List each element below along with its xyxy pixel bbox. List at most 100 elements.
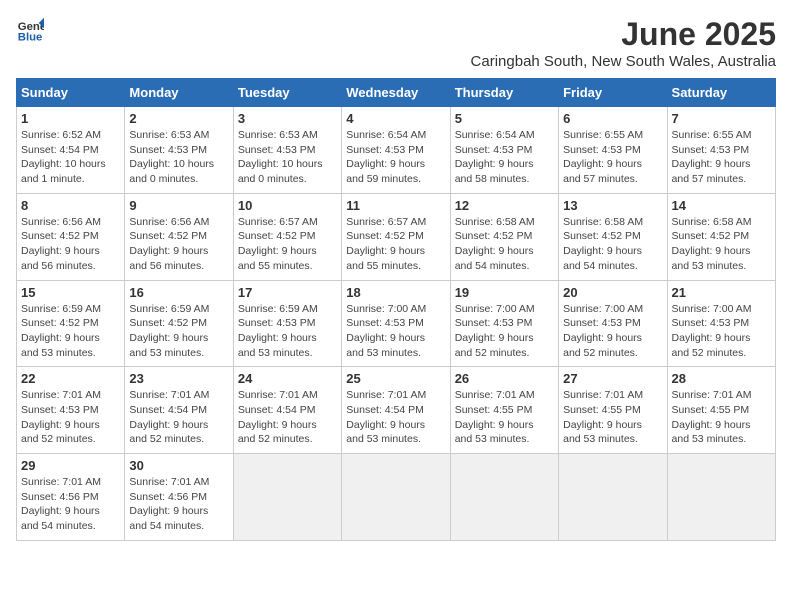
day-number: 6: [563, 111, 662, 126]
title-area: June 2025 Caringbah South, New South Wal…: [471, 16, 776, 70]
day-info: Sunrise: 6:57 AMSunset: 4:52 PMDaylight:…: [238, 215, 337, 274]
table-row: 9 Sunrise: 6:56 AMSunset: 4:52 PMDaylight…: [125, 193, 233, 280]
day-info: Sunrise: 7:00 AMSunset: 4:53 PMDaylight:…: [563, 302, 662, 361]
day-number: 11: [346, 198, 445, 213]
calendar-week-row: 1Sunrise: 6:52 AMSunset: 4:54 PMDaylight…: [17, 107, 776, 194]
table-row: 3 Sunrise: 6:53 AMSunset: 4:53 PMDaylight…: [233, 107, 341, 194]
day-info: Sunrise: 6:57 AMSunset: 4:52 PMDaylight:…: [346, 215, 445, 274]
day-number: 7: [672, 111, 771, 126]
day-number: 17: [238, 285, 337, 300]
day-number: 3: [238, 111, 337, 126]
table-row: 14 Sunrise: 6:58 AMSunset: 4:52 PMDayligh…: [667, 193, 775, 280]
day-info: Sunrise: 6:53 AMSunset: 4:53 PMDaylight:…: [238, 128, 337, 187]
day-info: Sunrise: 7:01 AMSunset: 4:56 PMDaylight:…: [21, 475, 120, 534]
month-title: June 2025: [471, 16, 776, 53]
table-row: 1Sunrise: 6:52 AMSunset: 4:54 PMDaylight…: [17, 107, 125, 194]
day-number: 21: [672, 285, 771, 300]
day-number: 4: [346, 111, 445, 126]
table-row: [450, 454, 558, 541]
table-row: 5Sunrise: 6:54 AMSunset: 4:53 PMDaylight…: [450, 107, 558, 194]
day-number: 8: [21, 198, 120, 213]
day-number: 24: [238, 371, 337, 386]
col-saturday: Saturday: [667, 79, 775, 107]
col-thursday: Thursday: [450, 79, 558, 107]
table-row: 15 Sunrise: 6:59 AMSunset: 4:52 PMDayligh…: [17, 280, 125, 367]
day-info: Sunrise: 6:55 AMSunset: 4:53 PMDaylight:…: [563, 128, 662, 187]
day-number: 26: [455, 371, 554, 386]
table-row: 27 Sunrise: 7:01 AMSunset: 4:55 PMDayligh…: [559, 367, 667, 454]
table-row: 16 Sunrise: 6:59 AMSunset: 4:52 PMDayligh…: [125, 280, 233, 367]
day-number: 22: [21, 371, 120, 386]
table-row: 22 Sunrise: 7:01 AMSunset: 4:53 PMDayligh…: [17, 367, 125, 454]
day-info: Sunrise: 7:01 AMSunset: 4:54 PMDaylight:…: [129, 388, 228, 447]
col-wednesday: Wednesday: [342, 79, 450, 107]
day-info: Sunrise: 6:58 AMSunset: 4:52 PMDaylight:…: [455, 215, 554, 274]
table-row: 12Sunrise: 6:58 AMSunset: 4:52 PMDayligh…: [450, 193, 558, 280]
table-row: 19 Sunrise: 7:00 AMSunset: 4:53 PMDayligh…: [450, 280, 558, 367]
table-row: 2Sunrise: 6:53 AMSunset: 4:53 PMDaylight…: [125, 107, 233, 194]
day-number: 15: [21, 285, 120, 300]
table-row: [667, 454, 775, 541]
table-row: 11 Sunrise: 6:57 AMSunset: 4:52 PMDayligh…: [342, 193, 450, 280]
day-number: 29: [21, 458, 120, 473]
day-number: 10: [238, 198, 337, 213]
day-info: Sunrise: 6:54 AMSunset: 4:53 PMDaylight:…: [346, 128, 445, 187]
day-number: 13: [563, 198, 662, 213]
day-info: Sunrise: 6:59 AMSunset: 4:53 PMDaylight:…: [238, 302, 337, 361]
day-info: Sunrise: 7:01 AMSunset: 4:54 PMDaylight:…: [238, 388, 337, 447]
day-number: 2: [129, 111, 228, 126]
day-info: Sunrise: 6:58 AMSunset: 4:52 PMDaylight:…: [563, 215, 662, 274]
day-info: Sunrise: 6:56 AMSunset: 4:52 PMDaylight:…: [21, 215, 120, 274]
table-row: 6 Sunrise: 6:55 AMSunset: 4:53 PMDaylight…: [559, 107, 667, 194]
table-row: 29 Sunrise: 7:01 AMSunset: 4:56 PMDayligh…: [17, 454, 125, 541]
col-monday: Monday: [125, 79, 233, 107]
svg-text:Blue: Blue: [18, 32, 43, 44]
calendar-week-row: 15 Sunrise: 6:59 AMSunset: 4:52 PMDayligh…: [17, 280, 776, 367]
day-number: 16: [129, 285, 228, 300]
day-info: Sunrise: 6:54 AMSunset: 4:53 PMDaylight:…: [455, 128, 554, 187]
day-info: Sunrise: 7:01 AMSunset: 4:55 PMDaylight:…: [563, 388, 662, 447]
table-row: 18 Sunrise: 7:00 AMSunset: 4:53 PMDayligh…: [342, 280, 450, 367]
table-row: 25 Sunrise: 7:01 AMSunset: 4:54 PMDayligh…: [342, 367, 450, 454]
day-info: Sunrise: 6:52 AMSunset: 4:54 PMDaylight:…: [21, 128, 120, 187]
table-row: 21Sunrise: 7:00 AMSunset: 4:53 PMDayligh…: [667, 280, 775, 367]
table-row: 17 Sunrise: 6:59 AMSunset: 4:53 PMDayligh…: [233, 280, 341, 367]
day-info: Sunrise: 6:59 AMSunset: 4:52 PMDaylight:…: [129, 302, 228, 361]
day-number: 27: [563, 371, 662, 386]
table-row: 20Sunrise: 7:00 AMSunset: 4:53 PMDayligh…: [559, 280, 667, 367]
day-info: Sunrise: 6:56 AMSunset: 4:52 PMDaylight:…: [129, 215, 228, 274]
day-info: Sunrise: 7:00 AMSunset: 4:53 PMDaylight:…: [346, 302, 445, 361]
col-friday: Friday: [559, 79, 667, 107]
table-row: 30 Sunrise: 7:01 AMSunset: 4:56 PMDayligh…: [125, 454, 233, 541]
day-info: Sunrise: 7:01 AMSunset: 4:54 PMDaylight:…: [346, 388, 445, 447]
day-info: Sunrise: 6:59 AMSunset: 4:52 PMDaylight:…: [21, 302, 120, 361]
day-number: 30: [129, 458, 228, 473]
calendar-week-row: 22 Sunrise: 7:01 AMSunset: 4:53 PMDayligh…: [17, 367, 776, 454]
day-number: 25: [346, 371, 445, 386]
col-sunday: Sunday: [17, 79, 125, 107]
table-row: 4 Sunrise: 6:54 AMSunset: 4:53 PMDaylight…: [342, 107, 450, 194]
logo-icon: General Blue: [16, 16, 44, 44]
day-number: 9: [129, 198, 228, 213]
day-info: Sunrise: 7:01 AMSunset: 4:55 PMDaylight:…: [455, 388, 554, 447]
day-info: Sunrise: 6:58 AMSunset: 4:52 PMDaylight:…: [672, 215, 771, 274]
col-tuesday: Tuesday: [233, 79, 341, 107]
table-row: [342, 454, 450, 541]
table-row: 26 Sunrise: 7:01 AMSunset: 4:55 PMDayligh…: [450, 367, 558, 454]
table-row: 8 Sunrise: 6:56 AMSunset: 4:52 PMDaylight…: [17, 193, 125, 280]
day-number: 19: [455, 285, 554, 300]
day-number: 28: [672, 371, 771, 386]
day-info: Sunrise: 7:01 AMSunset: 4:53 PMDaylight:…: [21, 388, 120, 447]
table-row: 13 Sunrise: 6:58 AMSunset: 4:52 PMDayligh…: [559, 193, 667, 280]
day-number: 14: [672, 198, 771, 213]
table-row: 24 Sunrise: 7:01 AMSunset: 4:54 PMDayligh…: [233, 367, 341, 454]
table-row: 28 Sunrise: 7:01 AMSunset: 4:55 PMDayligh…: [667, 367, 775, 454]
day-info: Sunrise: 7:00 AMSunset: 4:53 PMDaylight:…: [455, 302, 554, 361]
day-number: 18: [346, 285, 445, 300]
calendar-week-row: 8 Sunrise: 6:56 AMSunset: 4:52 PMDaylight…: [17, 193, 776, 280]
day-info: Sunrise: 7:01 AMSunset: 4:55 PMDaylight:…: [672, 388, 771, 447]
day-info: Sunrise: 7:01 AMSunset: 4:56 PMDaylight:…: [129, 475, 228, 534]
header: General Blue June 2025 Caringbah South, …: [16, 16, 776, 70]
header-row: Sunday Monday Tuesday Wednesday Thursday…: [17, 79, 776, 107]
table-row: 7Sunrise: 6:55 AMSunset: 4:53 PMDaylight…: [667, 107, 775, 194]
